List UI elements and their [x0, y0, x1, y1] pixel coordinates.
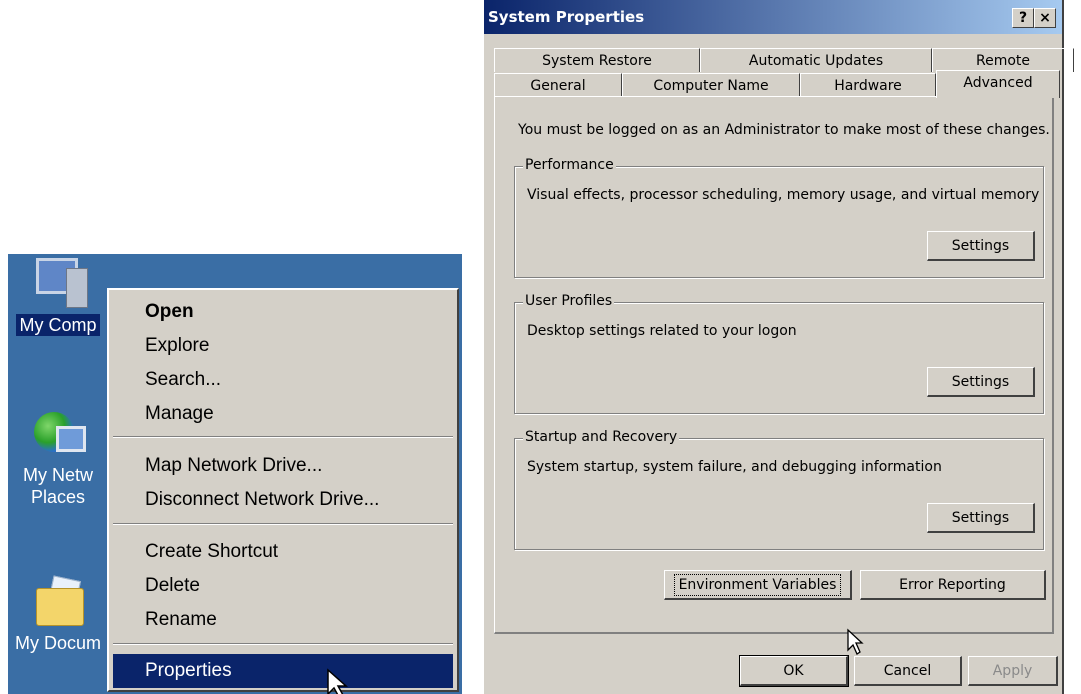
close-button[interactable]: × — [1034, 8, 1056, 28]
desktop-icon-label: My Comp — [16, 314, 100, 336]
tab-remote[interactable]: Remote — [932, 48, 1074, 72]
desktop-icon-my-network-places[interactable]: My Netw Places — [8, 404, 108, 508]
menu-item-delete[interactable]: Delete — [113, 569, 453, 603]
cancel-button[interactable]: Cancel — [854, 656, 962, 686]
menu-item-manage[interactable]: Manage — [113, 397, 453, 431]
performance-group: Performance Visual effects, processor sc… — [514, 157, 1044, 278]
environment-variables-button[interactable]: Environment Variables — [664, 570, 852, 600]
performance-title: Performance — [523, 157, 616, 173]
startup-recovery-title: Startup and Recovery — [523, 429, 680, 445]
title-bar: System Properties ? × — [484, 0, 1062, 34]
context-menu: Open Explore Search... Manage Map Networ… — [107, 288, 459, 692]
tab-general[interactable]: General — [494, 73, 622, 97]
help-button[interactable]: ? — [1012, 8, 1034, 28]
error-reporting-button[interactable]: Error Reporting — [860, 570, 1046, 600]
tab-automatic-updates[interactable]: Automatic Updates — [700, 48, 932, 72]
user-profiles-group: User Profiles Desktop settings related t… — [514, 293, 1044, 414]
performance-settings-button[interactable]: Settings — [927, 231, 1035, 261]
desktop-icon-my-documents[interactable]: My Docum — [8, 572, 108, 654]
user-profiles-title: User Profiles — [523, 293, 615, 309]
tab-hardware[interactable]: Hardware — [800, 73, 936, 97]
mouse-pointer-icon — [847, 628, 864, 655]
startup-recovery-settings-button[interactable]: Settings — [927, 503, 1035, 533]
desktop-icon-label: My Docum — [14, 633, 101, 653]
menu-item-rename[interactable]: Rename — [113, 603, 453, 637]
menu-item-disconnect-network-drive[interactable]: Disconnect Network Drive... — [113, 483, 453, 517]
desktop: My Comp My Netw Places My Docum Open Exp… — [8, 254, 462, 694]
menu-separator — [113, 523, 453, 525]
close-icon: × — [1039, 10, 1051, 26]
mouse-pointer-icon — [327, 668, 348, 694]
menu-item-properties[interactable]: Properties — [113, 654, 453, 688]
admin-note: You must be logged on as an Administrato… — [518, 122, 1050, 138]
desktop-icon-label: My Netw — [22, 465, 93, 485]
environment-variables-label: Environment Variables — [673, 574, 842, 596]
dialog-title: System Properties — [488, 8, 645, 26]
user-profiles-settings-button[interactable]: Settings — [927, 367, 1035, 397]
performance-description: Visual effects, processor scheduling, me… — [527, 187, 1040, 203]
apply-button[interactable]: Apply — [968, 656, 1058, 686]
user-profiles-description: Desktop settings related to your logon — [527, 323, 797, 339]
desktop-icon-label: Places — [30, 487, 86, 507]
ok-button[interactable]: OK — [739, 655, 849, 687]
folder-icon — [28, 572, 88, 632]
menu-item-search[interactable]: Search... — [113, 363, 453, 397]
tab-advanced[interactable]: Advanced — [936, 70, 1060, 98]
network-icon — [28, 404, 88, 464]
menu-item-open[interactable]: Open — [113, 295, 453, 329]
startup-recovery-description: System startup, system failure, and debu… — [527, 459, 942, 475]
menu-separator — [113, 436, 453, 438]
computer-icon — [28, 254, 88, 314]
menu-separator — [113, 643, 453, 645]
tab-computer-name[interactable]: Computer Name — [622, 73, 800, 97]
menu-item-create-shortcut[interactable]: Create Shortcut — [113, 535, 453, 569]
system-properties-dialog: System Properties ? × System Restore Aut… — [482, 0, 1074, 694]
startup-recovery-group: Startup and Recovery System startup, sys… — [514, 429, 1044, 550]
tab-system-restore[interactable]: System Restore — [494, 48, 700, 72]
desktop-icon-my-computer[interactable]: My Comp — [8, 254, 108, 336]
menu-item-map-network-drive[interactable]: Map Network Drive... — [113, 449, 453, 483]
menu-item-explore[interactable]: Explore — [113, 329, 453, 363]
